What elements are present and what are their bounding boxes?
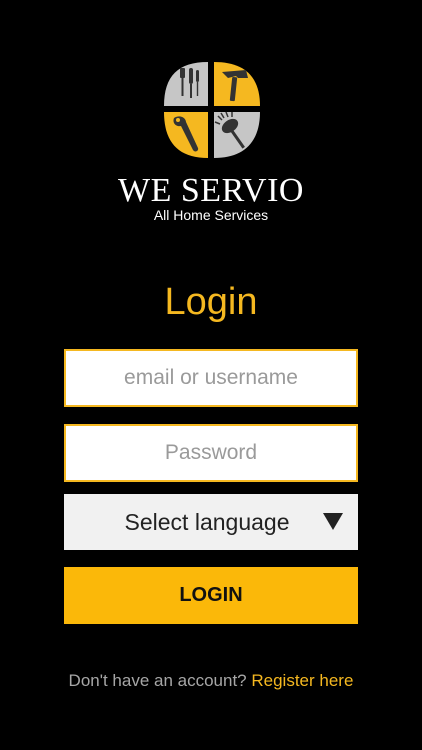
email-field[interactable] — [64, 349, 358, 407]
logo-quadrant-top-left — [164, 62, 208, 106]
register-prompt: Don't have an account? — [68, 671, 247, 690]
dropdown-arrow-icon — [323, 513, 343, 530]
brand-tagline: All Home Services — [153, 207, 269, 223]
register-link[interactable]: Register here — [251, 671, 353, 690]
login-button[interactable]: LOGIN — [64, 567, 358, 624]
register-prompt-line: Don't have an account? Register here — [0, 670, 422, 692]
language-select[interactable]: Select language — [64, 494, 358, 550]
page-title: Login — [164, 281, 258, 323]
language-select-label: Select language — [124, 509, 290, 535]
we-servio-logo — [164, 62, 260, 158]
password-field[interactable] — [64, 424, 358, 482]
brand-name: WE SERVIO — [118, 172, 304, 209]
logo-quadrant-top-right — [214, 62, 260, 106]
